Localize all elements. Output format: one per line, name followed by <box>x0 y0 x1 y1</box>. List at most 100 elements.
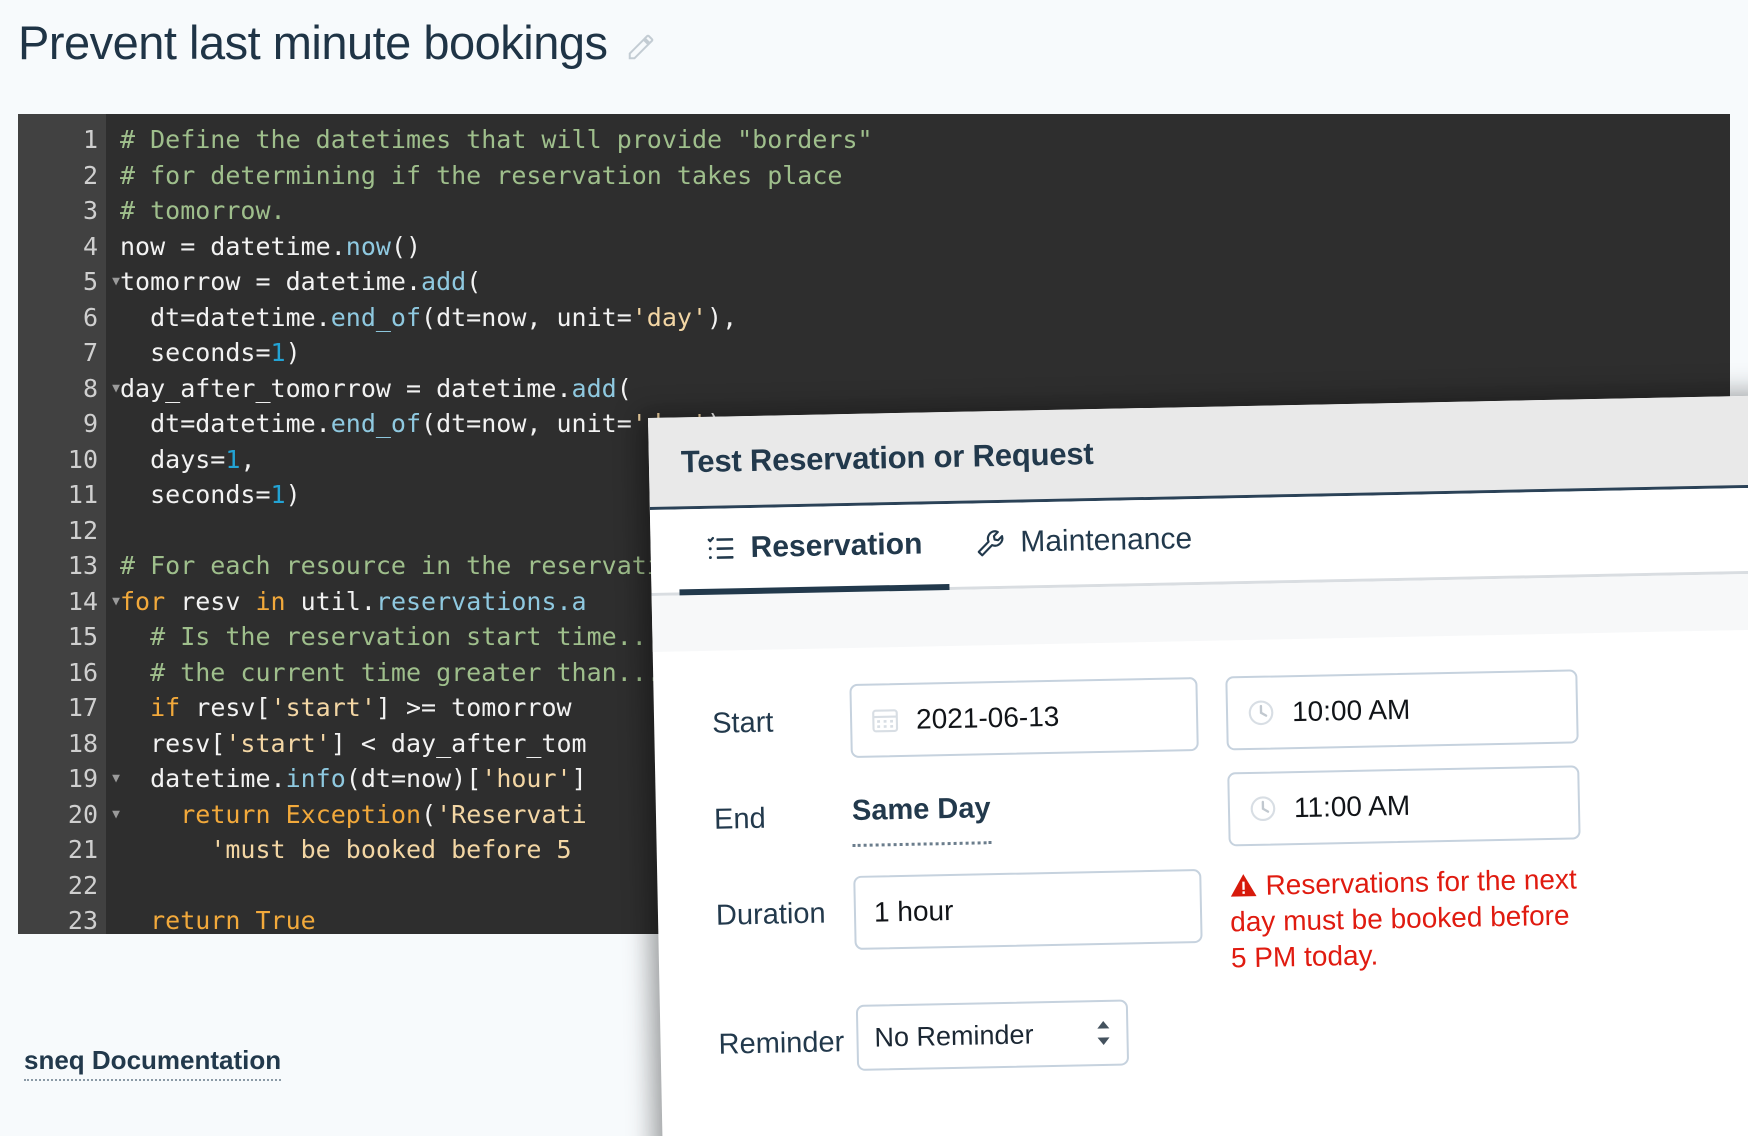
code-token: info <box>286 764 346 793</box>
pencil-icon[interactable] <box>626 32 656 62</box>
code-token: ] <box>572 764 587 793</box>
editor-gutter: 12345▼678▼91011121314▼1516171819▼20▼2122… <box>18 114 106 934</box>
line-number: 17 <box>18 690 106 726</box>
code-token: (dt=now, unit= <box>421 409 632 438</box>
code-token: reservations.a <box>376 587 587 616</box>
code-token <box>240 906 255 934</box>
modal-title: Test Reservation or Request <box>681 436 1094 480</box>
line-number: 23 <box>18 903 106 934</box>
code-token: 1 <box>271 338 286 367</box>
validation-error-text: Reservations for the next day must be bo… <box>1230 863 1577 973</box>
wrench-icon <box>974 527 1007 560</box>
code-token: # For each resource in the reservation..… <box>120 551 737 580</box>
code-token: return <box>180 800 270 829</box>
line-number: 2 <box>18 158 106 194</box>
code-token: seconds= <box>120 338 271 367</box>
code-token: 1 <box>225 445 240 474</box>
code-line[interactable]: dt=datetime.end_of(dt=now, unit='day'), <box>120 300 1730 336</box>
code-token: ] >= tomorrow <box>376 693 572 722</box>
end-label: End <box>655 780 852 858</box>
code-token: ] < day_after_tom <box>331 729 587 758</box>
tab-reservation[interactable]: Reservation <box>678 504 949 595</box>
end-time-col: 11:00 AM <box>1227 765 1580 846</box>
line-number: 13 <box>18 548 106 584</box>
line-number: 14▼ <box>18 584 106 620</box>
code-token: ) <box>286 480 301 509</box>
fold-triangle-icon[interactable]: ▼ <box>112 264 120 300</box>
validation-col: Reservations for the next day must be bo… <box>1229 861 1583 976</box>
code-token: ), <box>707 303 737 332</box>
tab-reservation-label: Reservation <box>750 528 922 565</box>
code-token: 1 <box>271 480 286 509</box>
code-token: tomorrow = datetime. <box>120 267 421 296</box>
clock-icon <box>1248 793 1279 824</box>
start-label: Start <box>653 684 850 762</box>
code-token: resv[ <box>180 693 270 722</box>
code-token: resv <box>165 587 255 616</box>
end-value-col: Same Day <box>851 773 1200 847</box>
code-token: , <box>240 445 255 474</box>
code-token: 'start' <box>271 693 376 722</box>
duration-value-col: 1 hour <box>853 869 1202 950</box>
end-same-day-value[interactable]: Same Day <box>851 777 991 847</box>
code-token: add <box>572 374 617 403</box>
line-number: 7 <box>18 335 106 371</box>
code-token: ) <box>286 338 301 367</box>
reminder-value-col: No Reminder <box>856 998 1205 1071</box>
page-title: Prevent last minute bookings <box>18 18 608 67</box>
test-reservation-modal: Test Reservation or Request Reservation <box>648 395 1748 1136</box>
end-time-value: 11:00 AM <box>1294 790 1411 824</box>
code-token: for <box>120 587 165 616</box>
code-token: ( <box>466 267 481 296</box>
reservation-form: Start 2021-06- <box>653 629 1748 1083</box>
code-token: # for determining if the reservation tak… <box>120 161 842 190</box>
tab-maintenance[interactable]: Maintenance <box>948 499 1219 590</box>
line-number: 9 <box>18 406 106 442</box>
start-time-input[interactable]: 10:00 AM <box>1225 669 1578 750</box>
page-header: Prevent last minute bookings <box>18 18 656 67</box>
code-token: days= <box>120 445 225 474</box>
code-token: seconds= <box>120 480 271 509</box>
code-token: 'hour' <box>481 764 571 793</box>
updown-arrows-icon[interactable] <box>1094 1018 1113 1048</box>
code-line[interactable]: # tomorrow. <box>120 193 1730 229</box>
fold-triangle-icon[interactable]: ▼ <box>112 797 120 833</box>
code-token: ( <box>421 800 436 829</box>
line-number: 21 <box>18 832 106 868</box>
code-line[interactable]: now = datetime.now() <box>120 229 1730 265</box>
line-number: 6 <box>18 300 106 336</box>
fold-triangle-icon[interactable]: ▼ <box>112 584 120 620</box>
code-token: # Is the reservation start time... <box>120 622 662 651</box>
code-token: # the current time greater than... <box>120 658 662 687</box>
line-number: 10 <box>18 442 106 478</box>
end-time-input[interactable]: 11:00 AM <box>1227 765 1580 846</box>
line-number: 4 <box>18 229 106 265</box>
start-time-value: 10:00 AM <box>1292 694 1411 728</box>
code-token <box>271 800 286 829</box>
reminder-select[interactable]: No Reminder <box>856 1000 1129 1071</box>
code-token: add <box>421 267 466 296</box>
code-token: (dt=now)[ <box>346 764 481 793</box>
duration-value: 1 hour <box>874 895 954 929</box>
line-number: 1 <box>18 122 106 158</box>
start-date-col: 2021-06-13 <box>849 677 1198 758</box>
code-line[interactable]: # Define the datetimes that will provide… <box>120 122 1730 158</box>
fold-triangle-icon[interactable]: ▼ <box>112 761 120 797</box>
reminder-value: No Reminder <box>874 1019 1034 1053</box>
code-token: 'Reservati <box>436 800 587 829</box>
line-number: 3 <box>18 193 106 229</box>
fold-triangle-icon[interactable]: ▼ <box>112 371 120 407</box>
reminder-select-wrap: No Reminder <box>856 1000 1129 1071</box>
code-token <box>120 835 210 864</box>
code-token <box>120 693 150 722</box>
code-token: dt=datetime. <box>120 409 331 438</box>
code-line[interactable]: tomorrow = datetime.add( <box>120 264 1730 300</box>
code-line[interactable]: # for determining if the reservation tak… <box>120 158 1730 194</box>
app-root: Prevent last minute bookings 12345▼678▼9… <box>0 0 1748 1136</box>
start-date-input[interactable]: 2021-06-13 <box>849 677 1198 758</box>
documentation-link[interactable]: sneq Documentation <box>24 1045 281 1081</box>
code-token: day_after_tomorrow = datetime. <box>120 374 572 403</box>
code-line[interactable]: seconds=1) <box>120 335 1730 371</box>
code-token <box>120 800 180 829</box>
duration-input[interactable]: 1 hour <box>853 869 1202 950</box>
